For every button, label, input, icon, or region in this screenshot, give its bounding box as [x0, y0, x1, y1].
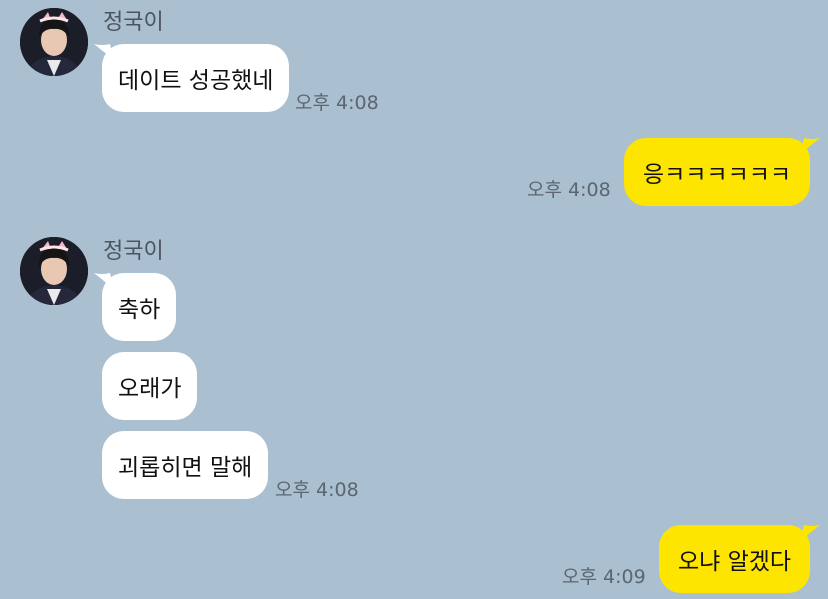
- message-time: 오후 4:08: [275, 479, 359, 501]
- message-bubble[interactable]: 축하: [102, 273, 177, 341]
- message-bubble[interactable]: 오래가: [102, 352, 198, 420]
- chat-room: 정국이 데이트 성공했네 오후 4:08 오후 4:08 응ㅋㅋㅋㅋㅋㅋ 정국이…: [0, 0, 828, 599]
- sender-name: 정국이: [103, 10, 164, 35]
- message-time: 오후 4:08: [527, 179, 611, 201]
- bubble-tail: [800, 525, 820, 541]
- bubble-tail: [800, 138, 820, 154]
- sender-name: 정국이: [103, 239, 164, 264]
- message-bubble[interactable]: 데이트 성공했네: [102, 44, 290, 112]
- message-time: 오후 4:08: [295, 92, 379, 114]
- profile-photo-icon: [20, 237, 88, 305]
- sender-avatar[interactable]: [20, 8, 88, 76]
- message-bubble[interactable]: 괴롭히면 말해: [102, 431, 269, 499]
- message-bubble[interactable]: 응ㅋㅋㅋㅋㅋㅋ: [624, 138, 810, 206]
- profile-photo-icon: [20, 8, 88, 76]
- message-time: 오후 4:09: [562, 566, 646, 588]
- sender-avatar[interactable]: [20, 237, 88, 305]
- message-bubble[interactable]: 오냐 알겠다: [659, 525, 810, 593]
